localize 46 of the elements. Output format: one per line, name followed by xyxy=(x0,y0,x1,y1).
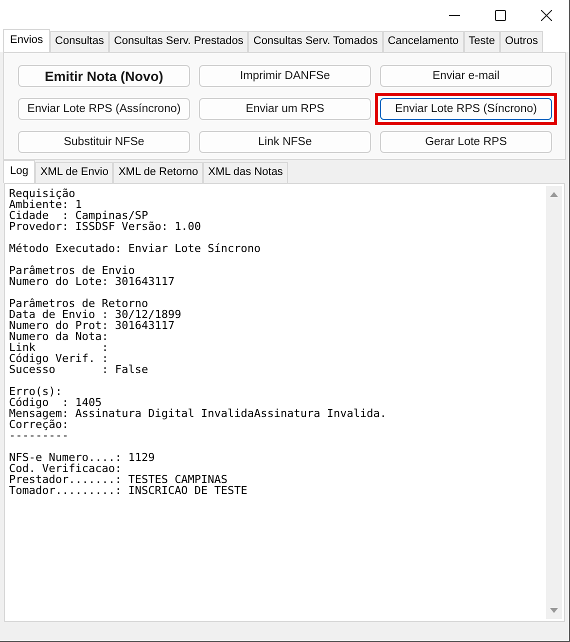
close-icon[interactable] xyxy=(540,10,552,20)
log-line: Numero do Prot: 301643117 xyxy=(9,320,176,331)
log-line: Código Verif. : xyxy=(9,353,110,364)
action-button[interactable]: Substituir NFSe xyxy=(18,131,190,153)
log-line: Cidade : Campinas/SP xyxy=(9,210,148,221)
log-line: Numero do Lote: 301643117 xyxy=(9,276,176,287)
log-line: Link : xyxy=(9,342,110,353)
log-line: Cod. Verificacao: xyxy=(9,463,123,474)
log-line: Tomador.........: INSCRICAO DE TESTE xyxy=(9,485,248,496)
action-button[interactable]: Enviar um RPS xyxy=(199,98,371,120)
log-line: Parâmetros de Retorno xyxy=(9,298,148,309)
action-button[interactable]: Emitir Nota (Novo) xyxy=(18,65,190,87)
log-line: Erro(s): xyxy=(9,386,63,397)
tab[interactable]: Teste xyxy=(464,31,500,52)
tab[interactable]: XML de Envio xyxy=(35,162,114,183)
tab[interactable]: Consultas xyxy=(50,31,109,52)
action-button[interactable]: Imprimir DANFSe xyxy=(199,65,371,87)
log-line: Sucesso : False xyxy=(9,364,150,375)
action-button[interactable]: Enviar e-mail xyxy=(380,65,552,87)
log-line: Prestador.......: TESTES CAMPINAS xyxy=(9,474,228,485)
action-button[interactable]: Link NFSe xyxy=(199,131,371,153)
log-line: Código : 1405 xyxy=(9,397,102,408)
log-line: --------- xyxy=(9,430,70,441)
log-line: NFS-e Numero....: 1129 xyxy=(9,452,156,463)
tab[interactable]: Consultas Serv. Tomados xyxy=(248,31,383,52)
action-button[interactable]: Gerar Lote RPS xyxy=(380,131,552,153)
tab[interactable]: Cancelamento xyxy=(382,31,464,52)
log-line: Requisição xyxy=(9,188,76,199)
tab[interactable]: XML de Retorno xyxy=(113,162,204,183)
tab[interactable]: XML das Notas xyxy=(203,162,288,183)
log-line: Parâmetros de Envio xyxy=(9,265,135,276)
log-line: Correção: xyxy=(9,419,70,430)
log-line: Numero da Nota: xyxy=(9,331,110,342)
log-line: Provedor: ISSDSF Versão: 1.00 xyxy=(9,221,202,232)
tab[interactable]: Envios xyxy=(3,29,50,52)
maximize-icon[interactable] xyxy=(494,10,506,20)
action-button[interactable]: Enviar Lote RPS (Síncrono) xyxy=(380,98,552,120)
action-button[interactable]: Enviar Lote RPS (Assíncrono) xyxy=(18,98,190,120)
log-line: Ambiente: 1 xyxy=(9,199,82,210)
log-line: Método Executado: Enviar Lote Síncrono xyxy=(9,243,262,254)
log-line: Data de Envio : 30/12/1899 xyxy=(9,309,182,320)
log-line: Mensagem: Assinatura Digital InvalidaAssinatura Invalida. xyxy=(9,408,388,419)
tab[interactable]: Consultas Serv. Prestados xyxy=(108,31,248,52)
tab[interactable]: Log xyxy=(3,160,36,183)
tab[interactable]: Outros xyxy=(500,31,543,52)
minimize-icon[interactable] xyxy=(448,14,460,16)
